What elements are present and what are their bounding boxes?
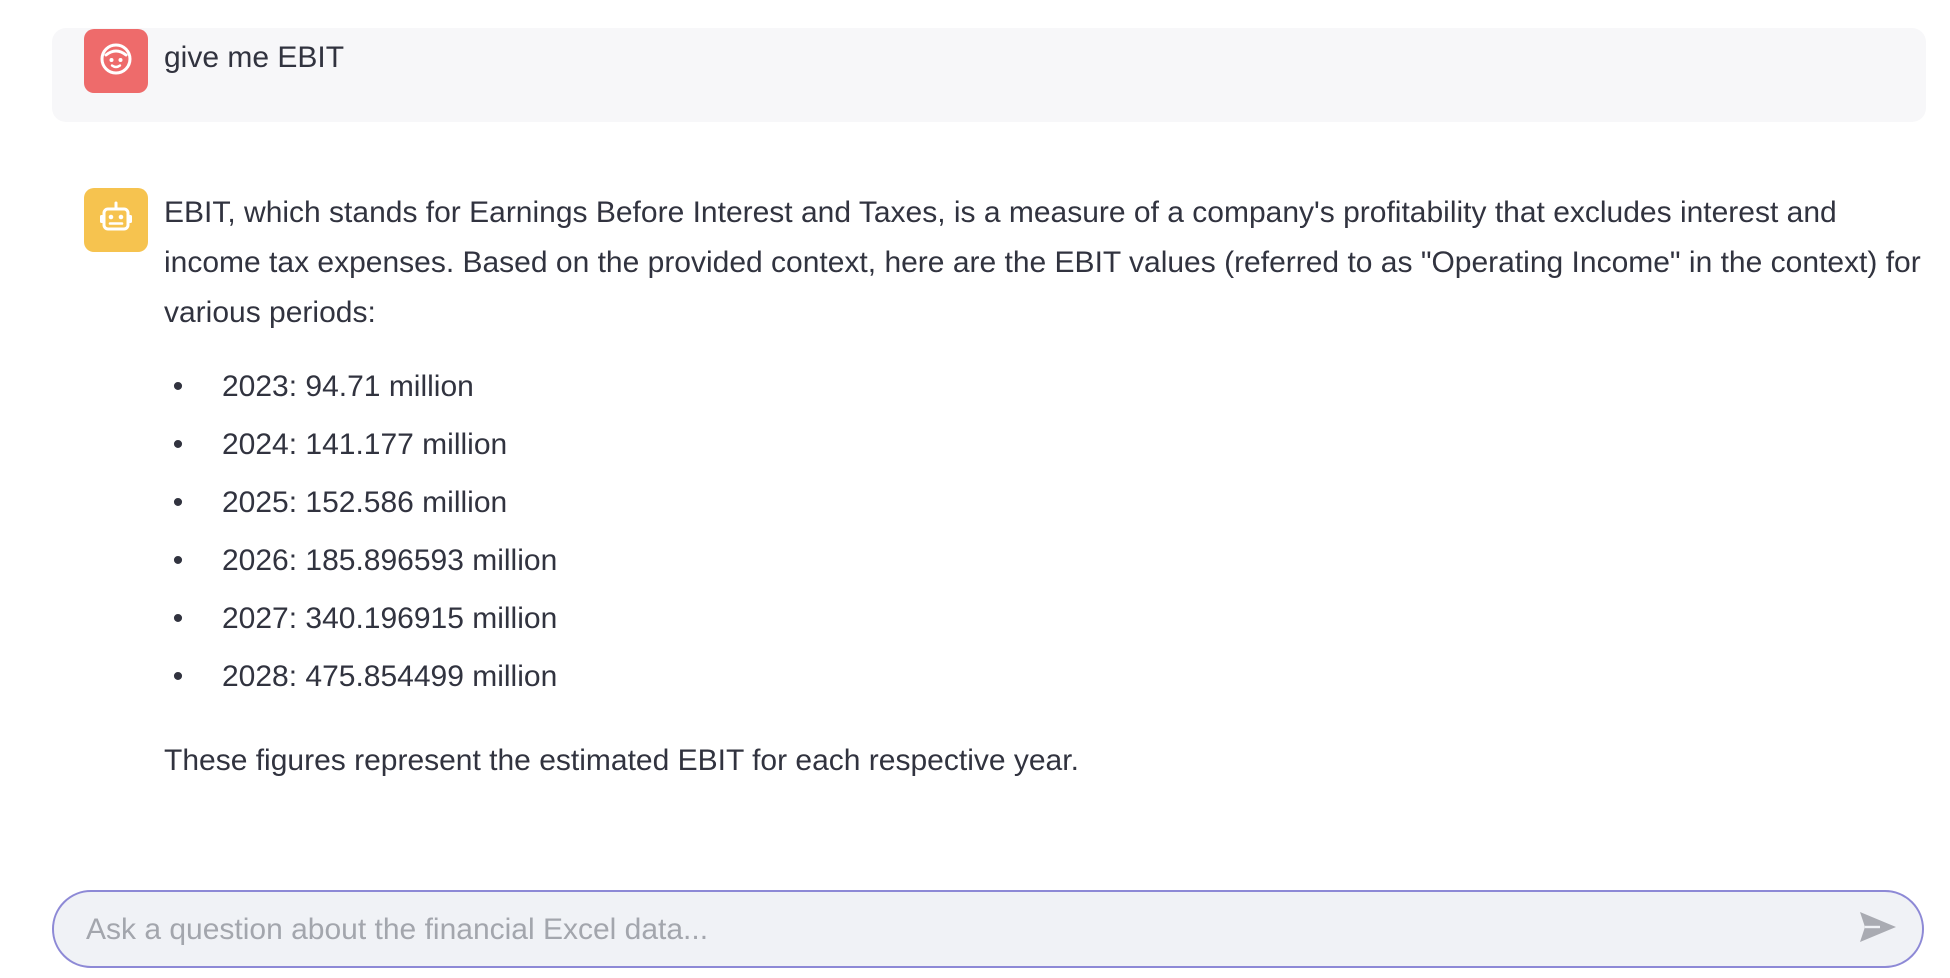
assistant-avatar: [84, 188, 148, 252]
user-message: give me EBIT: [52, 28, 1926, 122]
list-item: • 2023: 94.71 million: [172, 370, 474, 403]
user-message-text: give me EBIT: [164, 41, 345, 74]
ebit-list: • 2023: 94.71 million • 2024: 141.177 mill…: [164, 366, 1924, 714]
assistant-intro-text: EBIT, which stands for Earnings Before I…: [164, 196, 1921, 329]
chat-input-container: [52, 890, 1924, 968]
user-avatar: [84, 29, 148, 93]
send-icon: [1858, 910, 1898, 949]
list-item: • 2025: 152.586 million: [172, 486, 508, 519]
robot-icon: [97, 199, 135, 242]
list-item-text: 2025: 152.586 million: [222, 486, 508, 519]
list-item-text: 2026: 185.896593 million: [222, 544, 558, 577]
list-item-text: 2023: 94.71 million: [222, 370, 474, 403]
assistant-closing-text: These figures represent the estimated EB…: [164, 744, 1079, 777]
list-item: • 2026: 185.896593 million: [172, 544, 558, 577]
chat-input[interactable]: [84, 892, 1828, 968]
list-item-text: 2027: 340.196915 million: [222, 602, 558, 635]
assistant-message: EBIT, which stands for Earnings Before I…: [164, 188, 1924, 786]
send-button[interactable]: [1856, 908, 1900, 950]
list-item: • 2024: 141.177 million: [172, 428, 508, 461]
chat-page: give me EBIT EBIT, which stands for Earn…: [0, 0, 1950, 978]
list-item: • 2027: 340.196915 million: [172, 602, 558, 635]
list-item-text: 2024: 141.177 million: [222, 428, 508, 461]
user-face-icon: [98, 41, 134, 82]
list-item: • 2028: 475.854499 million: [172, 660, 558, 693]
list-item-text: 2028: 475.854499 million: [222, 660, 558, 693]
